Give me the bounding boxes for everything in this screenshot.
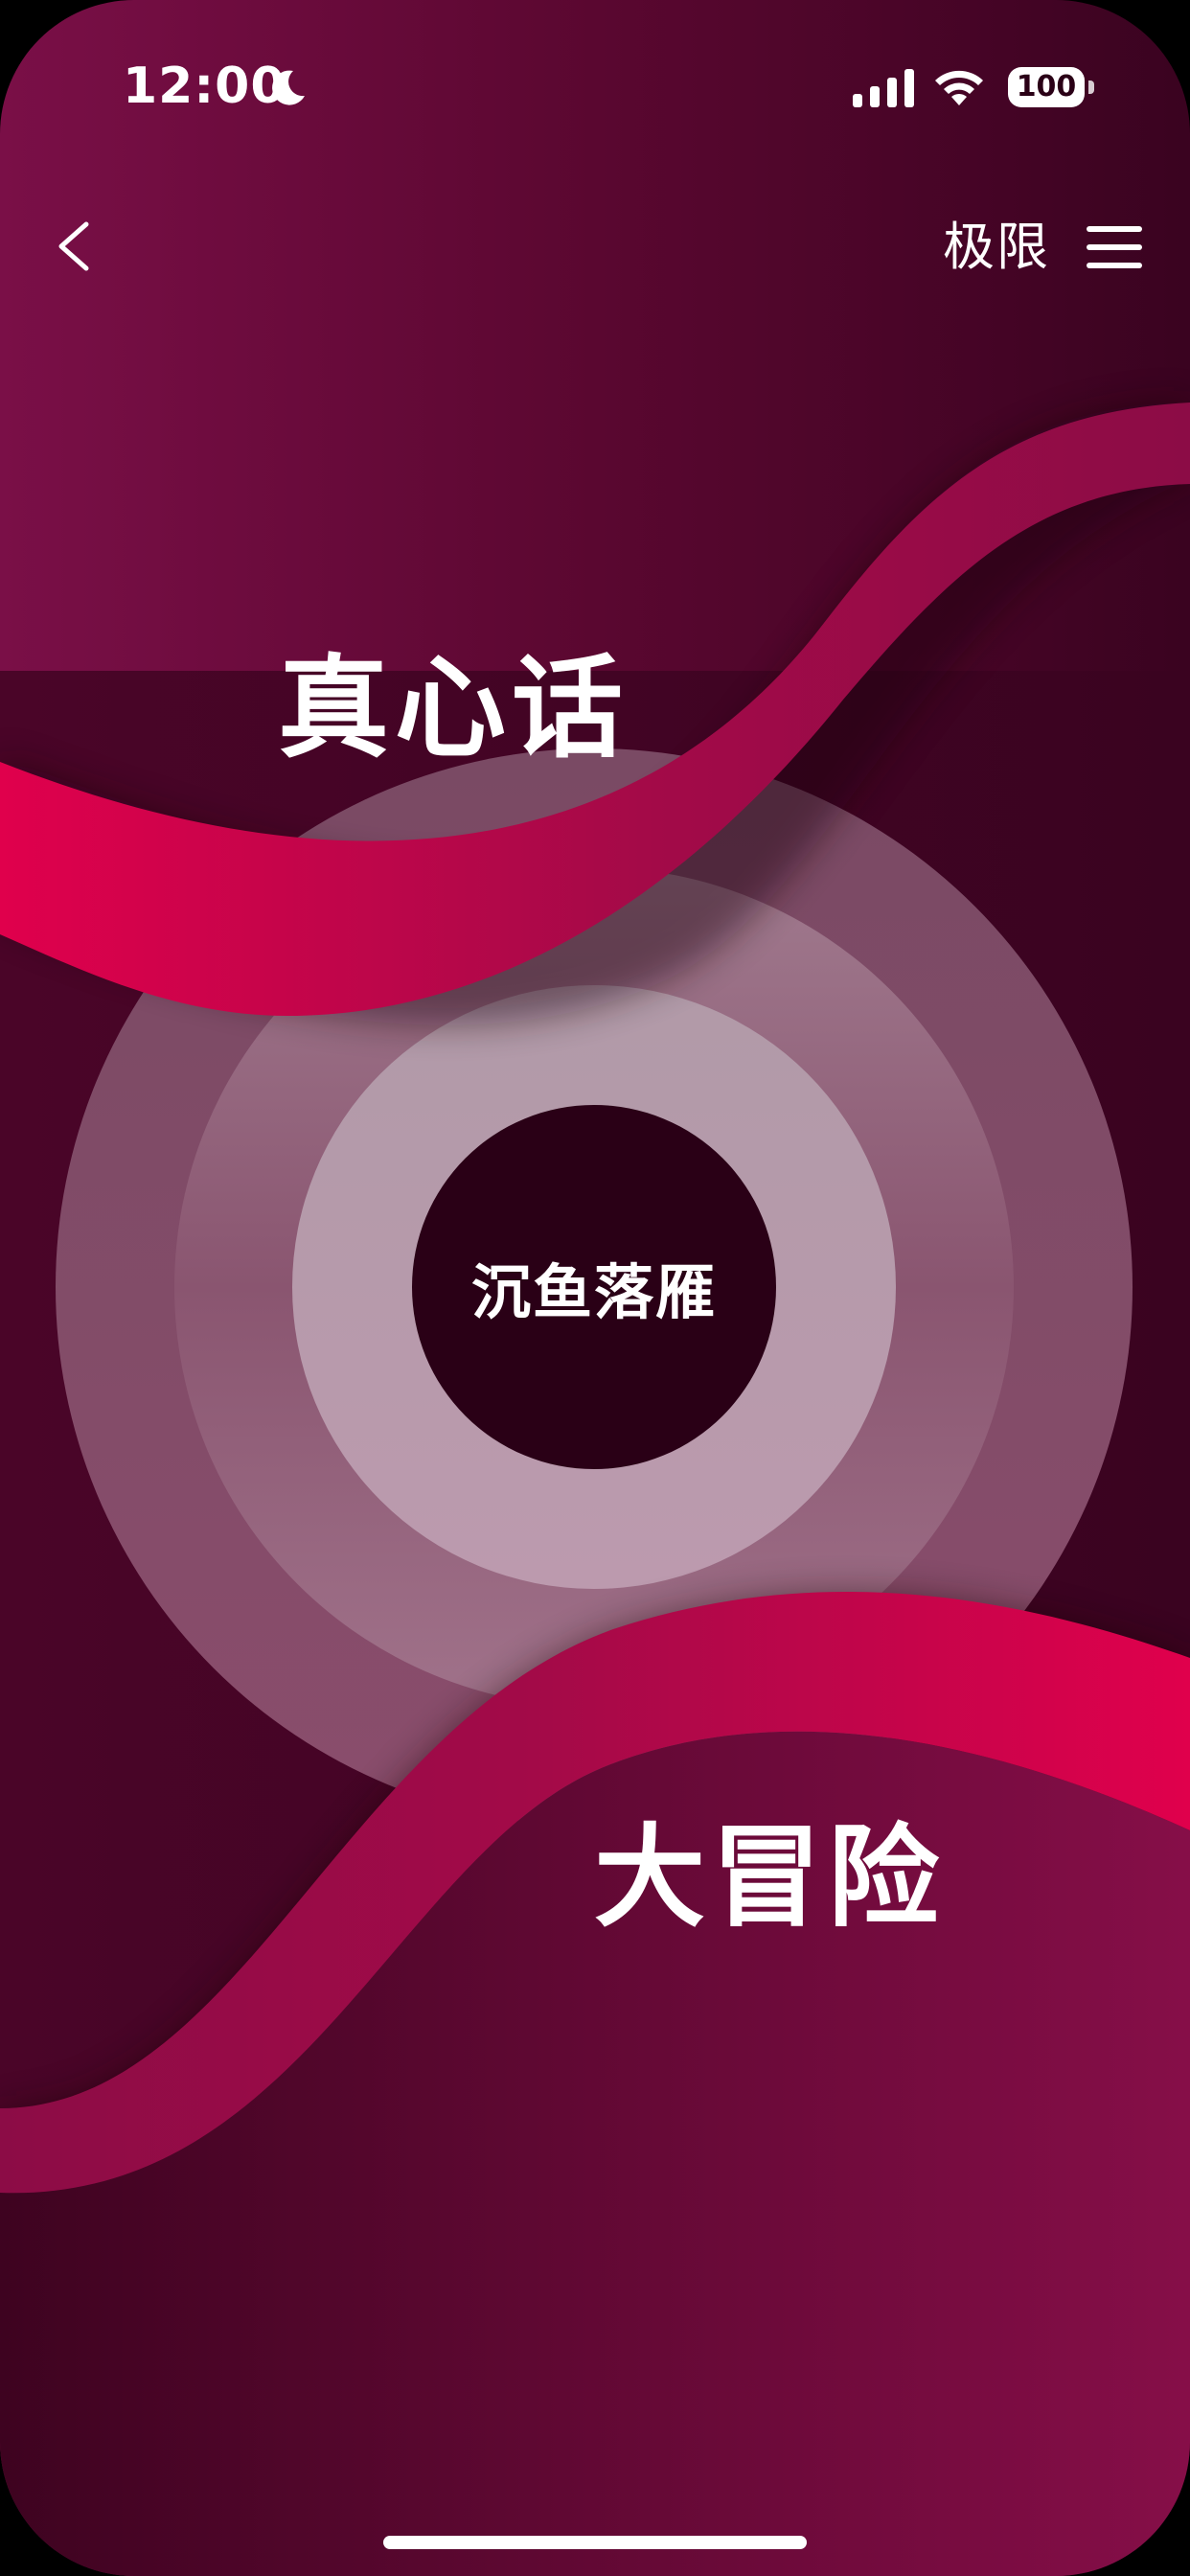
home-indicator[interactable] [383, 2536, 807, 2549]
center-label: 沉鱼落雁 [470, 1257, 717, 1327]
battery-tip [1088, 80, 1094, 94]
mode-label[interactable]: 极限 [943, 217, 1050, 278]
wifi-icon [935, 70, 983, 105]
status-time: 12:00 [123, 58, 286, 115]
spin-center-button[interactable]: 沉鱼落雁 [412, 1105, 776, 1469]
menu-button[interactable] [1083, 217, 1146, 278]
back-button[interactable] [42, 203, 109, 289]
back-chevron-icon [58, 221, 89, 271]
signal-icon [853, 69, 914, 107]
truth-option[interactable]: 真心话 [278, 642, 629, 776]
status-bar: 12:00 100 [0, 0, 1190, 172]
moon-icon [272, 70, 305, 105]
menu-icon [1087, 226, 1142, 268]
battery-indicator: 100 [1008, 67, 1085, 107]
dare-option[interactable]: 大冒险 [594, 1811, 945, 1945]
phone-screen: 12:00 100 极限 真心话 沉鱼落雁 大冒险 [0, 0, 1190, 2576]
